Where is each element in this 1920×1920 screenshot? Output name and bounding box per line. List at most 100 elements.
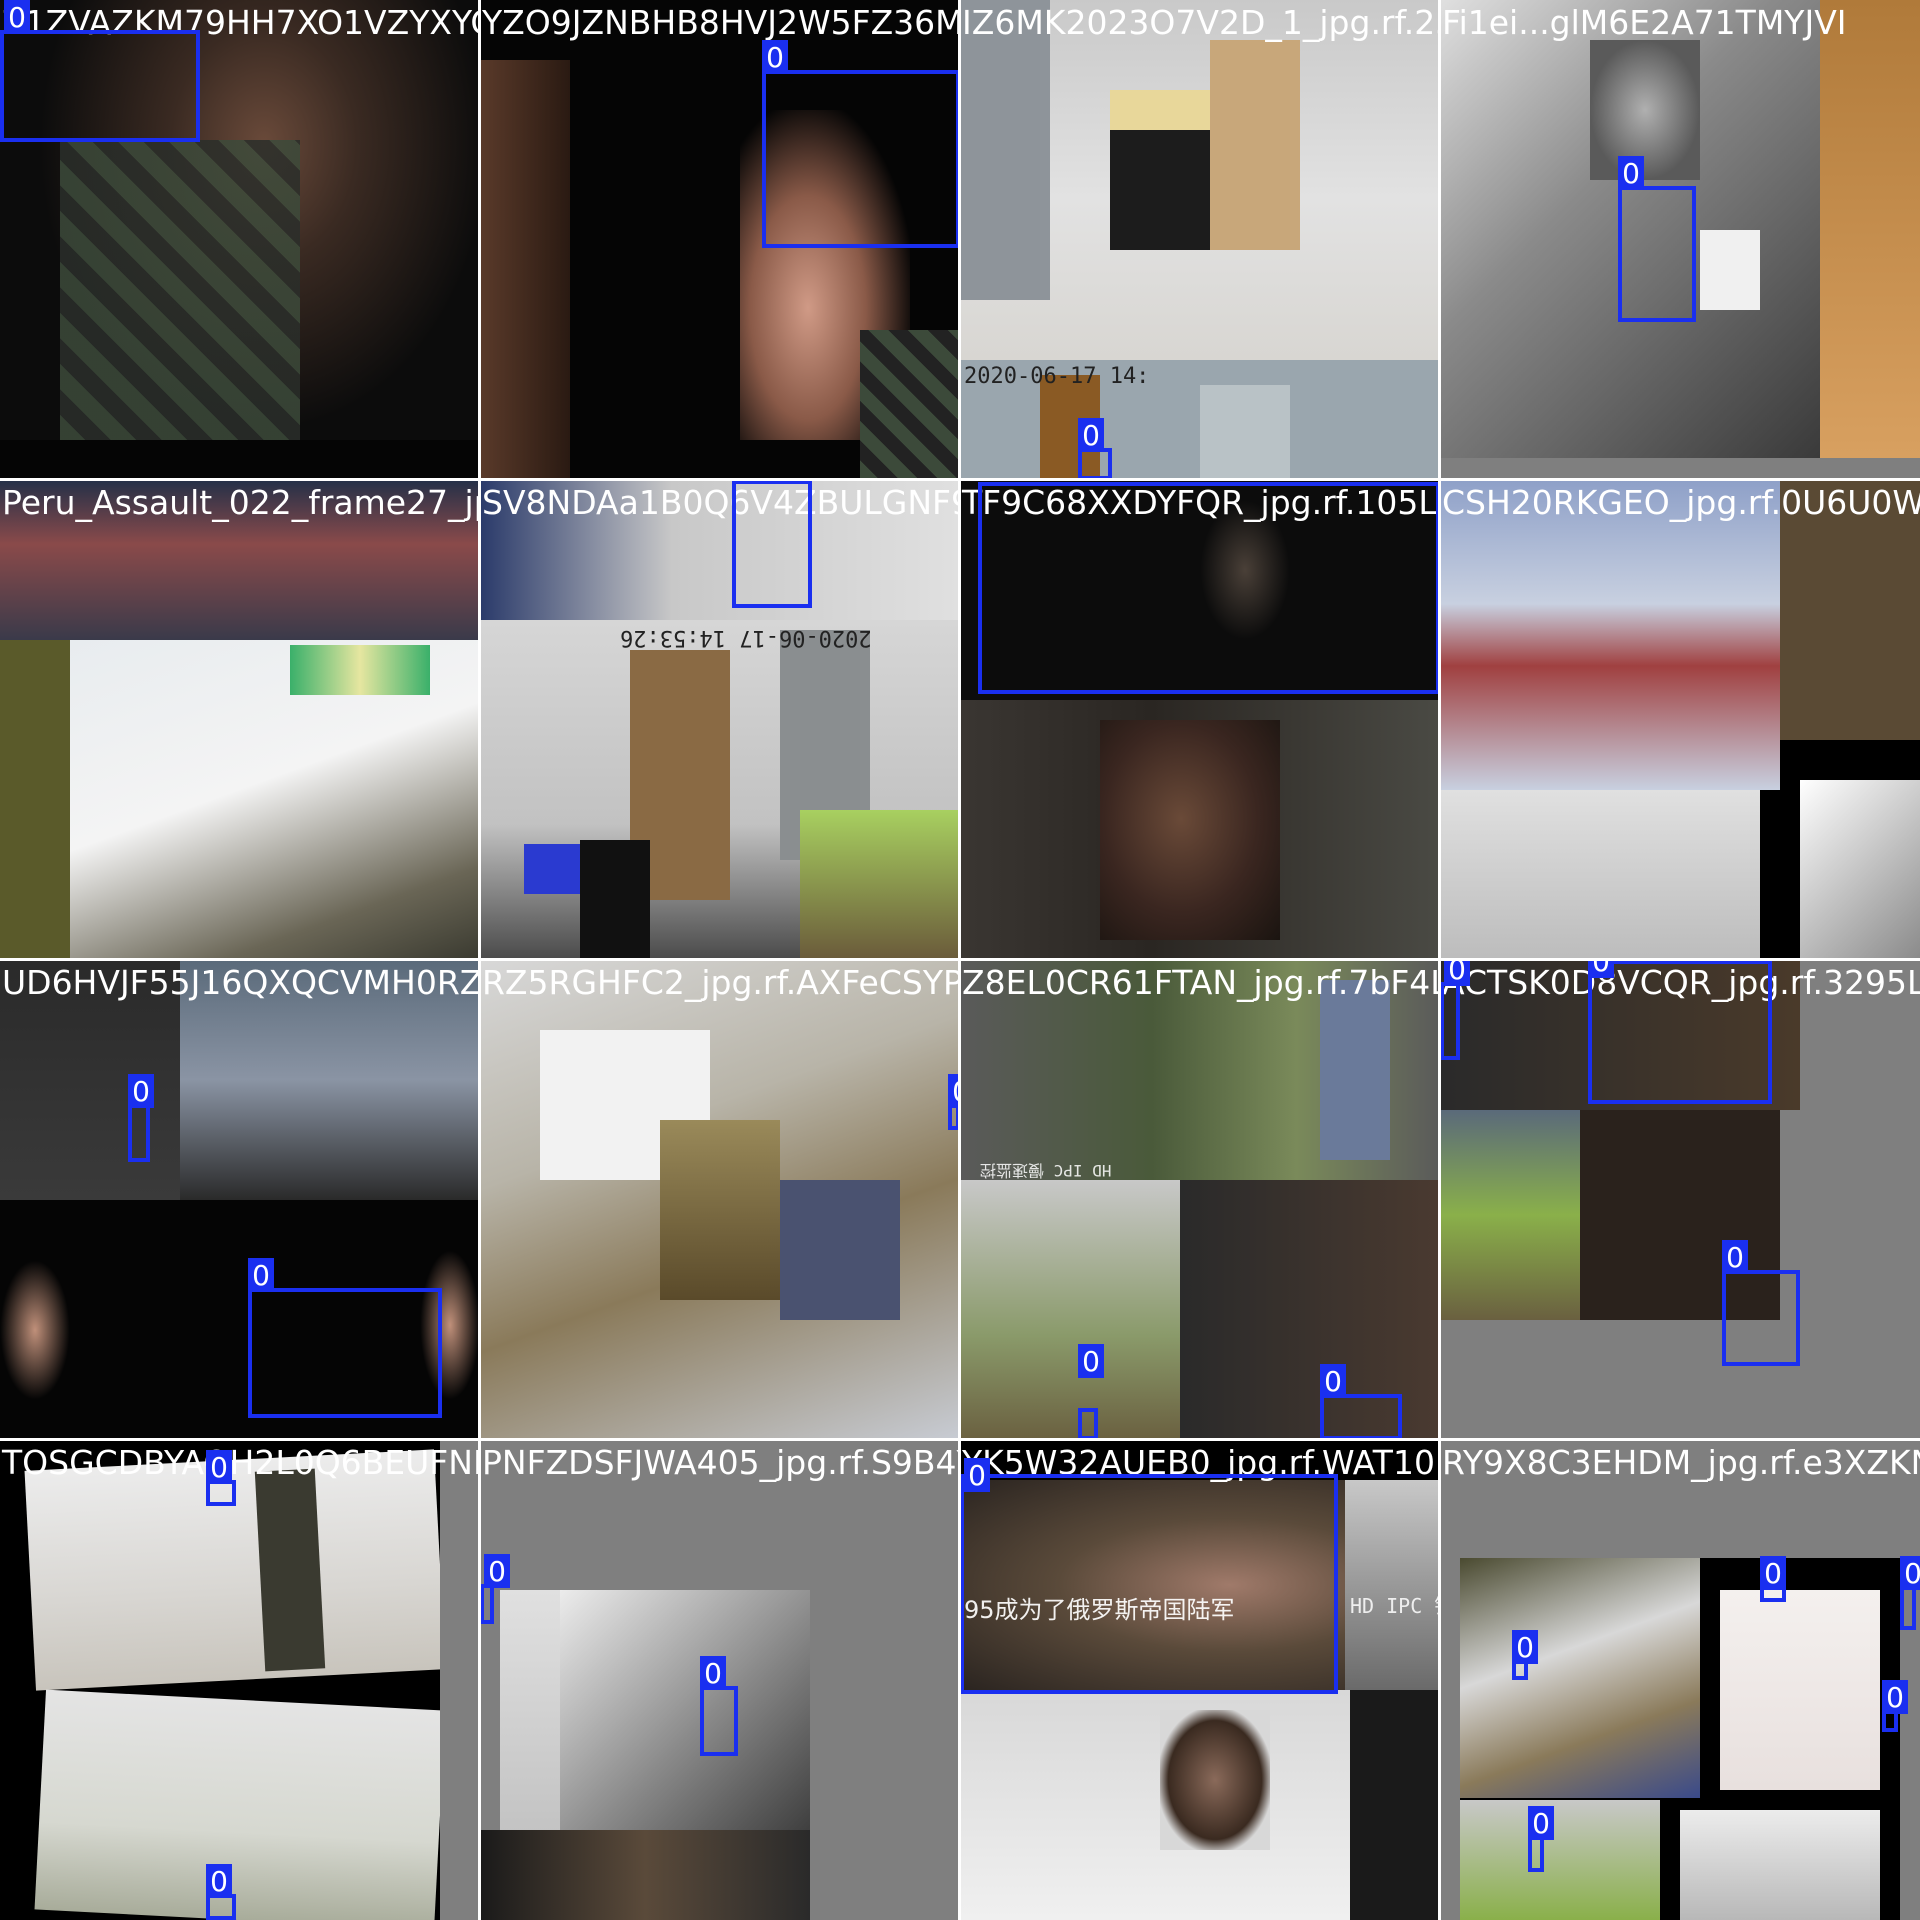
image-filename: RZ5RGHFC2_jpg.rf.AXFeCSYP2EL0TR61F [482, 963, 960, 1002]
training-batch-mosaic: Z1ZVAZKM79HH7XO1VZYXYC09JZ3NB4BBR8HVJ2W … [0, 0, 1920, 1920]
mosaic-tile-3: 2020-06-17 14: IZ6MK2023O7V2D_1_jpg.rf.2… [960, 0, 1440, 480]
bounding-box: 0 [480, 1554, 510, 1624]
tile-image [1440, 1110, 1580, 1320]
image-filename: TOSGCDBYAOH2L0Q6BEUFNFZDSFJWA405RNPS9B4 [2, 1443, 480, 1482]
tile-image [660, 1120, 780, 1300]
class-label: 0 [1618, 156, 1644, 190]
tile-image [960, 1180, 1180, 1440]
tile-image [860, 330, 960, 480]
image-filename: Z8EL0CR61FTAN_jpg.rf.7bF4L4AC7SK [962, 963, 1440, 1002]
class-label: 0 [1588, 960, 1614, 978]
mosaic-tile-13: TOSGCDBYAOH2L0Q6BEUFNFZDSFJWA405RNPS9B4 … [0, 1440, 480, 1920]
mosaic-tile-16: RY9X8C3EHDM_jpg.rf.e3XZKN 0 0 0 0 0 [1440, 1440, 1920, 1920]
tile-image [960, 0, 1050, 300]
class-label: 0 [1444, 960, 1470, 986]
bounding-box: 0 [1320, 1364, 1402, 1440]
tile-image [1320, 980, 1390, 1160]
bounding-box: 0 [1078, 1344, 1104, 1440]
mosaic-tile-15: 95成为了俄罗斯帝国陆军 HD IPC 镜 YK5W32AUEB0_jpg.rf… [960, 1440, 1440, 1920]
mosaic-tile-6: 2020-06-17 14:53:26 SV8NDAa1B0Q6V4ZBULGN… [480, 480, 960, 960]
tile-image [1460, 1800, 1660, 1920]
tile-image [34, 1689, 446, 1920]
class-label: 0 [1760, 1556, 1786, 1590]
bounding-box: 0 [248, 1258, 442, 1418]
mosaic-tile-12: ACTSK0D8VCQR_jpg.rf.3295LP 0 0 0 [1440, 960, 1920, 1440]
class-label: 0 [1722, 1240, 1748, 1274]
image-filename: SV8NDAa1B0Q6V4ZBULGNF9C68XXDYFQR_jpg [482, 483, 960, 522]
class-label: 0 [964, 1458, 990, 1492]
class-label: 0 [1528, 1806, 1554, 1840]
class-label: 0 [762, 40, 788, 74]
bounding-box: 0 [1722, 1240, 1800, 1366]
tile-image [1800, 780, 1920, 960]
tile-image [1700, 230, 1760, 310]
image-filename: CSH20RKGEO_jpg.rf.0U6U0W7IE [1442, 483, 1920, 522]
class-label: 0 [1512, 1630, 1538, 1664]
bounding-box: 0 [128, 1074, 154, 1162]
bounding-box: 0 [1900, 1556, 1920, 1630]
class-label: 0 [1078, 1344, 1104, 1378]
timestamp-overlay: 2020-06-17 14:53:26 [620, 625, 872, 650]
tile-image [580, 840, 650, 960]
mosaic-tile-9: UD6HVJF55J16QXQCVMH0RZ5RGRCGRT6LP_jpg 0 … [0, 960, 480, 1440]
tile-image [1345, 1480, 1440, 1690]
tile-separator [0, 1438, 1920, 1441]
bounding-box: 0 [1760, 1556, 1786, 1602]
bounding-box: 0 [960, 1458, 1338, 1694]
mosaic-tile-1: Z1ZVAZKM79HH7XO1VZYXYC09JZ3NB4BBR8HVJ2W … [0, 0, 480, 480]
bounding-box: 0 [1618, 156, 1696, 322]
tile-image [480, 60, 570, 480]
tile-image [780, 1180, 900, 1320]
tile-image [1720, 1590, 1880, 1790]
tile-image [1680, 1810, 1880, 1920]
tile-image [0, 640, 70, 960]
tile-image [960, 1690, 1350, 1920]
camera-overlay: HD IPC 镜 [1350, 1594, 1440, 1618]
class-label: 0 [1882, 1680, 1908, 1714]
class-label: 0 [1900, 1556, 1920, 1590]
bounding-box: 0 [700, 1656, 738, 1756]
tile-image [1100, 720, 1280, 940]
class-label: 0 [128, 1074, 154, 1108]
bounding-box: 0 [1882, 1680, 1908, 1732]
image-filename: YZO9JZNBHB8HVJ2W5FZ36MK2023O7V2D_jpg.rf. [482, 3, 960, 42]
tile-image [1160, 1710, 1270, 1850]
bounding-box: 0 [0, 0, 200, 142]
tile-image [1200, 385, 1290, 480]
mosaic-tile-2: YZO9JZNBHB8HVJ2W5FZ36MK2023O7V2D_jpg.rf.… [480, 0, 960, 480]
tile-image [0, 440, 480, 480]
tile-image [1820, 0, 1920, 458]
tile-image [60, 140, 300, 440]
mosaic-tile-8: CSH20RKGEO_jpg.rf.0U6U0W7IE [1440, 480, 1920, 960]
tile-separator [0, 478, 1920, 481]
bounding-box: 0 [1528, 1806, 1554, 1872]
timestamp-overlay: 2020-06-17 14: [964, 364, 1150, 389]
tile-image [1440, 790, 1760, 960]
mosaic-tile-4: Fi1ei...glM6E2A71TMYJVI 0 [1440, 0, 1920, 480]
bounding-box: 0 [732, 480, 812, 608]
tile-image [1110, 90, 1210, 130]
bounding-box: 0 [1512, 1630, 1538, 1680]
class-label: 0 [700, 1656, 726, 1690]
class-label: 0 [1320, 1364, 1346, 1398]
tile-image [254, 1468, 326, 1672]
mosaic-tile-11: HD IPC 慢速监控 Z8EL0CR61FTAN_jpg.rf.7bF4L4A… [960, 960, 1440, 1440]
class-label: 0 [248, 1258, 274, 1292]
camera-overlay: HD IPC 慢速监控 [980, 1161, 1112, 1180]
tile-image [1590, 40, 1700, 180]
tile-separator [0, 958, 1920, 961]
class-label: 0 [206, 1450, 232, 1484]
bounding-box: 0 [206, 1450, 236, 1506]
mosaic-tile-7: TF9C68XXDYFQR_jpg.rf.105LFQ6H20RKGEO_jpg [960, 480, 1440, 960]
bounding-box: 0 [1588, 960, 1772, 1104]
mosaic-tile-14: PNFZDSFJWA405_jpg.rf.S9B4YK5W32AUEB0B98W… [480, 1440, 960, 1920]
mosaic-tile-10: RZ5RGHFC2_jpg.rf.AXFeCSYP2EL0TR61F 0 [480, 960, 960, 1440]
mosaic-tile-5: Peru_Assault_022_frame27_jpg.rf.ub... [0, 480, 480, 960]
tile-image [0, 1260, 70, 1400]
class-label: 0 [1078, 418, 1104, 452]
tile-image [290, 645, 430, 695]
image-filename: RY9X8C3EHDM_jpg.rf.e3XZKN [1442, 1443, 1920, 1482]
tile-image [480, 1830, 810, 1920]
image-filename: IZ6MK2023O7V2D_1_jpg.rf.23_files_jpg.rf.… [962, 3, 1440, 42]
bounding-box: 0 [762, 40, 960, 248]
